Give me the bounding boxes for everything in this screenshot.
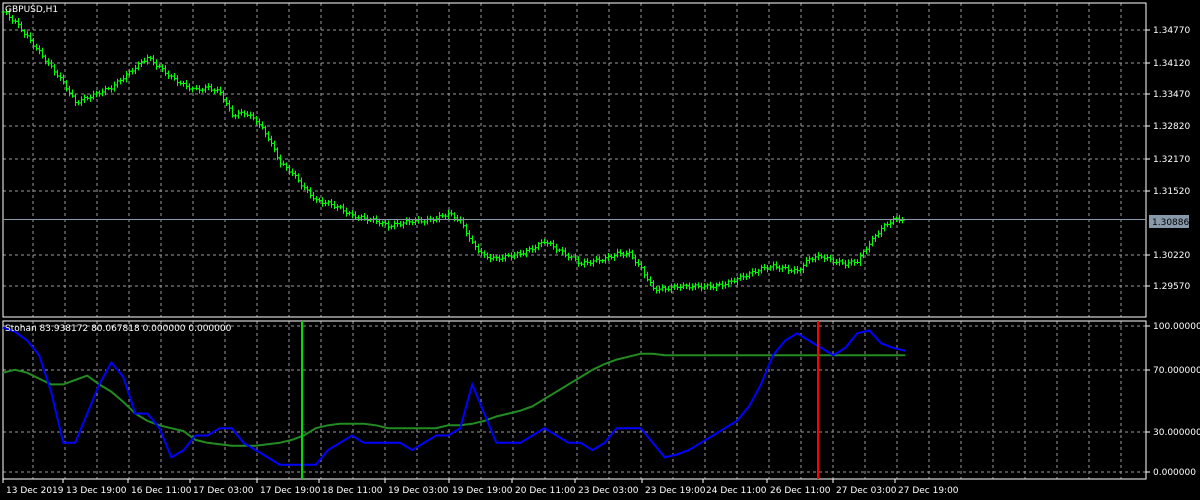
time-axis-label: 27 Dec 03:00 [836, 486, 897, 496]
stochastic-axis-label: 100.000000 [1153, 322, 1200, 332]
time-axis-label: 16 Dec 11:00 [131, 486, 192, 496]
time-axis-label: 23 Dec 19:00 [645, 486, 706, 496]
current-price-tag: 1.30886 [1149, 215, 1189, 228]
time-axis-label: 20 Dec 11:00 [515, 486, 576, 496]
time-axis-label: 23 Dec 03:00 [578, 486, 639, 496]
stochastic-axis-label: 0.000000 [1153, 468, 1196, 478]
time-axis-label: 26 Dec 11:00 [770, 486, 831, 496]
time-axis-label: 17 Dec 03:00 [193, 486, 254, 496]
time-axis-label: 13 Dec 19:00 [66, 486, 127, 496]
chart-background [0, 0, 1200, 500]
indicator-label: Stohan 83.938172 80.067818 0.000000 0.00… [5, 324, 232, 334]
trading-chart[interactable]: 1.34770 1.34120 1.33470 1.32820 1.32170 1.315… [0, 0, 1200, 500]
stochastic-axis-label: 70.000000 [1153, 366, 1200, 376]
price-axis-label: 1.32170 [1153, 155, 1190, 165]
time-axis-label: 24 Dec 11:00 [706, 486, 767, 496]
price-axis: 1.34770 1.34120 1.33470 1.32820 1.32170 1.315… [1146, 26, 1190, 292]
stochastic-axis-label: 30.000000 [1153, 428, 1200, 438]
time-axis-label: 19 Dec 19:00 [452, 486, 513, 496]
price-axis-label: 1.31520 [1153, 187, 1190, 197]
current-price-value: 1.30886 [1152, 218, 1189, 228]
time-axis-label: 19 Dec 03:00 [388, 486, 449, 496]
price-axis-label: 1.30220 [1153, 251, 1190, 261]
price-axis-label: 1.34770 [1153, 26, 1190, 36]
time-axis-label: 17 Dec 19:00 [260, 486, 321, 496]
price-axis-label: 1.32820 [1153, 122, 1190, 132]
time-axis-label: 27 Dec 19:00 [898, 486, 959, 496]
time-axis-label: 13 Dec 2019 [6, 486, 64, 496]
price-axis-label: 1.33470 [1153, 90, 1190, 100]
price-axis-label: 1.34120 [1153, 59, 1190, 69]
price-axis-label: 1.29570 [1153, 282, 1190, 292]
symbol-label: GBPUSD,H1 [5, 5, 58, 15]
time-axis-label: 18 Dec 11:00 [322, 486, 383, 496]
